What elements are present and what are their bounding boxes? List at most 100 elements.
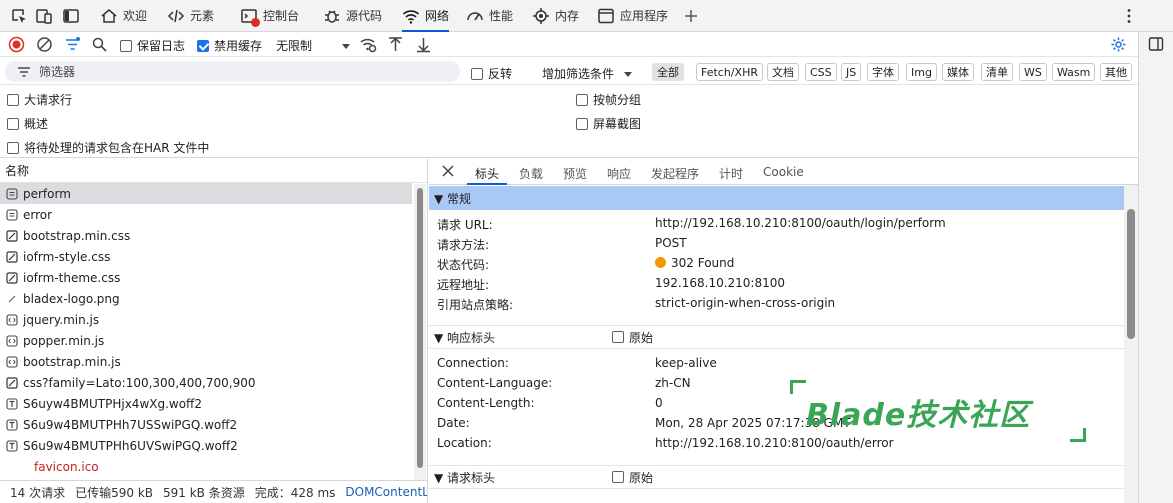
screenshots-checkbox[interactable]: 屏幕截图 — [576, 115, 641, 132]
disable-cache-checkbox[interactable]: 禁用缓存 — [197, 37, 262, 54]
request-row[interactable]: css?family=Lato:100,300,400,700,900 — [0, 372, 412, 393]
more-tabs-plus-icon[interactable] — [682, 7, 700, 25]
close-detail-icon[interactable] — [441, 164, 455, 178]
inspect-element-icon[interactable] — [10, 7, 28, 25]
group-by-frame-checkbox[interactable]: 按帧分组 — [576, 91, 641, 108]
request-name: popper.min.js — [23, 333, 105, 348]
tab-memory[interactable]: 内存 — [532, 0, 579, 31]
tab-console[interactable]: 控制台 — [240, 0, 299, 31]
checkbox-box[interactable] — [120, 39, 132, 52]
dock-side-icon[interactable] — [62, 7, 80, 25]
watermark-bracket-bottom-right — [1070, 428, 1086, 442]
general-section-header[interactable]: ▼ 常规 — [429, 186, 1124, 210]
tab-performance[interactable]: 性能 — [466, 0, 513, 31]
filter-type-font[interactable]: 字体 — [867, 63, 899, 81]
clear-icon[interactable] — [36, 36, 53, 53]
request-headers-section-header[interactable]: ▼ 请求标头 原始 — [429, 465, 1124, 489]
filter-type-media[interactable]: 媒体 — [942, 63, 974, 81]
export-har-icon[interactable] — [415, 36, 432, 53]
filter-type-wasm[interactable]: Wasm — [1052, 63, 1096, 81]
tab-sources[interactable]: 源代码 — [323, 0, 382, 31]
checkbox-box[interactable] — [7, 117, 19, 130]
request-row[interactable]: bladex-logo.png — [0, 288, 412, 309]
import-har-icon[interactable] — [387, 36, 404, 53]
request-row[interactable]: S6u9w4BMUTPHh7USSwiPGQ.woff2 — [0, 414, 412, 435]
detail-tab-initiator[interactable]: 发起程序 — [651, 165, 699, 182]
wifi-icon — [402, 7, 420, 25]
detail-tab-payload[interactable]: 负载 — [519, 165, 543, 182]
invert-checkbox[interactable]: 反转 — [471, 65, 512, 82]
detail-tab-preview[interactable]: 预览 — [563, 165, 587, 182]
checkbox-box[interactable] — [7, 93, 19, 106]
search-icon[interactable] — [91, 36, 108, 53]
filter-type-css[interactable]: CSS — [805, 63, 837, 81]
filter-input[interactable]: 筛选器 — [5, 61, 460, 82]
preserve-log-checkbox[interactable]: 保留日志 — [120, 37, 185, 54]
header-key: 引用站点策略: — [437, 298, 514, 312]
detail-scrollbar[interactable] — [1124, 185, 1138, 503]
tab-elements[interactable]: 元素 — [167, 0, 214, 31]
tab-application[interactable]: 应用程序 — [597, 0, 668, 31]
record-stop-icon[interactable] — [8, 36, 25, 53]
filter-toggle-icon[interactable] — [64, 36, 81, 53]
checkbox-box[interactable] — [576, 93, 588, 106]
overview-checkbox[interactable]: 概述 — [7, 115, 48, 132]
tab-welcome[interactable]: 欢迎 — [100, 0, 147, 31]
checkbox-box[interactable] — [612, 331, 624, 343]
filter-type-img[interactable]: Img — [906, 63, 937, 81]
filter-type-ws[interactable]: WS — [1019, 63, 1047, 81]
har-pending-checkbox[interactable]: 将待处理的请求包含在HAR 文件中 — [7, 139, 209, 156]
more-filters-dropdown[interactable]: 增加筛选条件 — [542, 65, 633, 82]
filter-type-js[interactable]: JS — [841, 63, 862, 81]
request-row[interactable]: error — [0, 204, 412, 225]
detail-tab-headers[interactable]: 标头 — [466, 165, 508, 185]
filter-type-fetch-xhr[interactable]: Fetch/XHR — [696, 63, 763, 81]
more-options-icon[interactable] — [1120, 7, 1138, 25]
font-icon — [6, 439, 18, 452]
checkbox-box[interactable] — [576, 117, 588, 130]
console-icon — [240, 7, 260, 27]
name-column-header[interactable]: 名称 — [0, 159, 427, 183]
tab-network[interactable]: 网络 — [402, 0, 450, 32]
request-row[interactable]: jquery.min.js — [0, 309, 412, 330]
network-settings-gear-icon[interactable] — [1110, 36, 1127, 53]
document-icon — [6, 208, 18, 221]
request-row[interactable]: S6u9w4BMUTPHh6UVSwiPGQ.woff2 — [0, 435, 412, 456]
watermark-logo: Blade技术社区 — [790, 380, 1090, 442]
list-scrollbar-thumb[interactable] — [417, 188, 423, 468]
response-headers-section-header[interactable]: ▼ 响应标头 原始 — [429, 325, 1124, 349]
list-scrollbar[interactable] — [414, 184, 426, 480]
response-raw-checkbox[interactable]: 原始 — [612, 329, 653, 346]
filter-type-other[interactable]: 其他 — [1100, 63, 1132, 81]
throttling-value: 无限制 — [276, 39, 313, 53]
request-row[interactable]: S6uyw4BMUTPHjx4wXg.woff2 — [0, 393, 412, 414]
throttling-select[interactable]: 无限制 — [276, 37, 351, 54]
request-row[interactable]: bootstrap.min.js — [0, 351, 412, 372]
request-row[interactable]: favicon.ico — [0, 456, 412, 477]
request-row[interactable]: iofrm-style.css — [0, 246, 412, 267]
checkbox-box[interactable] — [7, 141, 19, 154]
filter-type-all[interactable]: 全部 — [652, 63, 684, 81]
network-conditions-icon[interactable] — [360, 36, 377, 53]
filter-type-manifest[interactable]: 清单 — [981, 63, 1013, 81]
header-row: 状态代码: 302 Found — [437, 256, 734, 273]
detail-tab-cookies[interactable]: Cookie — [763, 165, 804, 179]
detail-scrollbar-thumb[interactable] — [1127, 209, 1135, 339]
sidebar-toggle-icon[interactable] — [1148, 36, 1164, 52]
device-toolbar-icon[interactable] — [35, 7, 53, 25]
request-raw-checkbox[interactable]: 原始 — [612, 469, 653, 486]
request-row[interactable]: bootstrap.min.css — [0, 225, 412, 246]
checkbox-box[interactable] — [471, 67, 483, 80]
network-options: 大请求行 概述 将待处理的请求包含在HAR 文件中 按帧分组 屏幕截图 — [0, 86, 1138, 158]
request-row[interactable]: popper.min.js — [0, 330, 412, 351]
header-key: 远程地址: — [437, 278, 490, 292]
detail-tab-timing[interactable]: 计时 — [719, 165, 743, 182]
checkbox-box[interactable] — [197, 39, 209, 52]
request-name: favicon.ico — [34, 459, 99, 474]
request-row[interactable]: perform — [0, 183, 412, 204]
checkbox-box[interactable] — [612, 471, 624, 483]
filter-type-doc[interactable]: 文档 — [767, 63, 799, 81]
detail-tab-response[interactable]: 响应 — [607, 165, 631, 182]
request-row[interactable]: iofrm-theme.css — [0, 267, 412, 288]
big-request-rows-checkbox[interactable]: 大请求行 — [7, 91, 72, 108]
